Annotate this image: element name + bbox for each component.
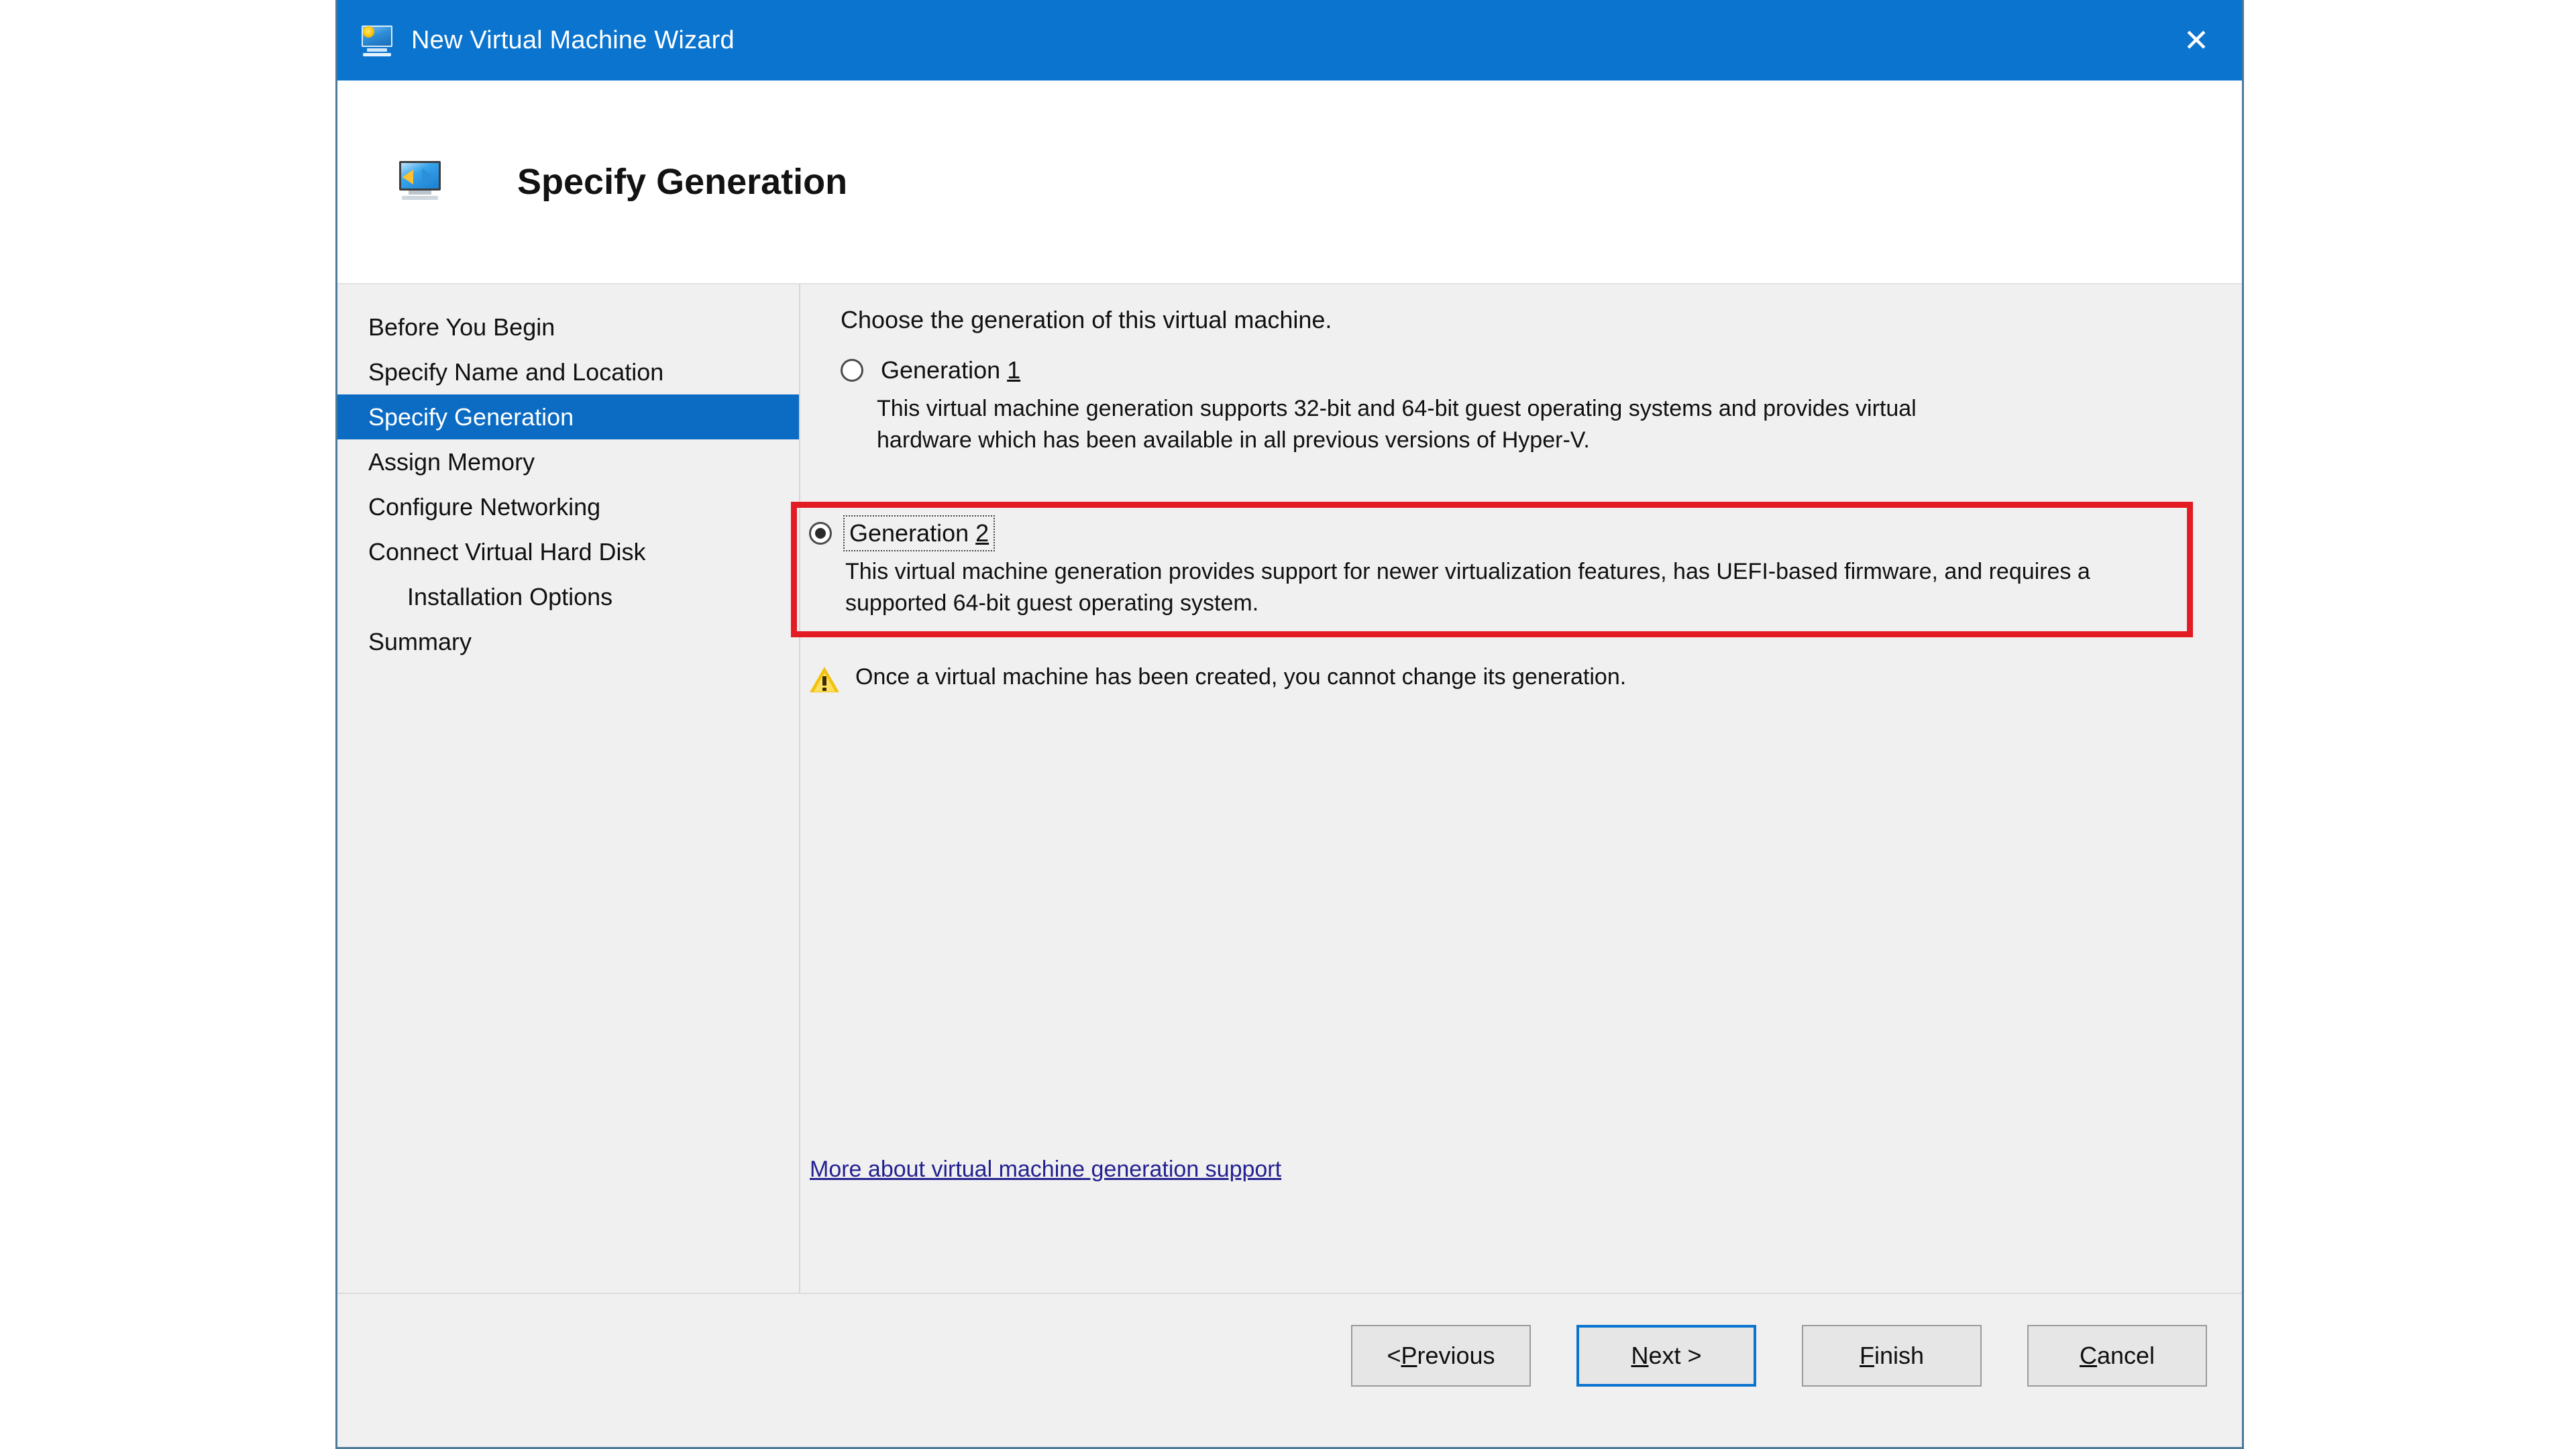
generation-2-description: This virtual machine generation provides… (845, 559, 2090, 616)
wizard-step-navigation: Before You Begin Specify Name and Locati… (337, 284, 800, 1293)
window-titlebar: New Virtual Machine Wizard ✕ (337, 0, 2242, 80)
generation-1-label: Generation 1 (881, 356, 1021, 384)
sidebar-item-label: Assign Memory (368, 447, 535, 476)
sidebar-item-label: Configure Networking (368, 492, 601, 521)
finish-button[interactable]: Finish (1802, 1325, 1982, 1387)
generation-2-option[interactable]: Generation 2 (809, 515, 2187, 551)
generation-warning: Once a virtual machine has been created,… (810, 664, 1626, 694)
sidebar-item-specify-name-and-location[interactable]: Specify Name and Location (337, 350, 799, 394)
window-title: New Virtual Machine Wizard (411, 25, 735, 54)
new-virtual-machine-wizard-window: New Virtual Machine Wizard ✕ Specify Gen… (335, 0, 2244, 1449)
wizard-footer: < Previous Next > Finish Cancel (337, 1293, 2242, 1447)
sidebar-item-assign-memory[interactable]: Assign Memory (337, 439, 799, 484)
next-button[interactable]: Next > (1576, 1325, 1756, 1387)
sidebar-item-before-you-begin[interactable]: Before You Begin (337, 305, 799, 350)
specify-generation-icon (396, 157, 446, 207)
sidebar-item-label: Summary (368, 627, 472, 655)
cancel-button[interactable]: Cancel (2027, 1325, 2207, 1387)
instruction-text: Choose the generation of this virtual ma… (841, 306, 1332, 333)
generation-1-description: This virtual machine generation supports… (877, 396, 1917, 453)
generation-2-label: Generation 2 (843, 515, 996, 551)
virtual-machine-icon (360, 23, 395, 58)
sidebar-item-label: Specify Generation (368, 402, 574, 431)
sidebar-item-label: Before You Begin (368, 313, 555, 341)
generation-1-option[interactable]: Generation 1 (841, 354, 2242, 386)
wizard-body: Before You Begin Specify Name and Locati… (337, 284, 2242, 1293)
sidebar-item-connect-virtual-hard-disk[interactable]: Connect Virtual Hard Disk (337, 529, 799, 574)
sidebar-item-summary[interactable]: Summary (337, 619, 799, 664)
sidebar-item-label: Connect Virtual Hard Disk (368, 537, 646, 566)
more-about-generation-support-link[interactable]: More about virtual machine generation su… (810, 1157, 1281, 1183)
previous-button[interactable]: < Previous (1351, 1325, 1531, 1387)
warning-text: Once a virtual machine has been created,… (855, 664, 1627, 690)
sidebar-item-specify-generation[interactable]: Specify Generation (337, 394, 799, 439)
wizard-header: Specify Generation (337, 80, 2242, 284)
radio-selected-icon[interactable] (809, 522, 832, 545)
close-icon[interactable]: ✕ (2151, 0, 2242, 80)
radio-unselected-icon[interactable] (841, 359, 863, 382)
generation-2-highlight-box: Generation 2 This virtual machine genera… (791, 502, 2193, 637)
sidebar-item-configure-networking[interactable]: Configure Networking (337, 484, 799, 529)
wizard-content-pane: Choose the generation of this virtual ma… (791, 284, 2242, 1293)
warning-triangle-icon (810, 667, 839, 694)
sidebar-item-label: Installation Options (407, 582, 613, 610)
page-title: Specify Generation (517, 162, 848, 202)
sidebar-item-label: Specify Name and Location (368, 358, 664, 386)
sidebar-item-installation-options[interactable]: Installation Options (337, 574, 799, 619)
